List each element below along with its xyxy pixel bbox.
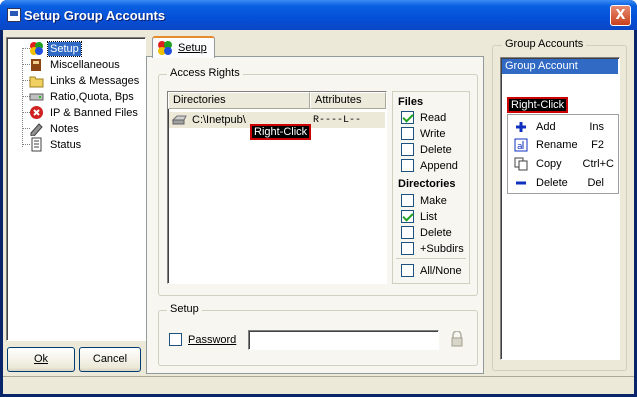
checkbox[interactable] — [401, 127, 414, 140]
checkbox[interactable] — [401, 159, 414, 172]
column-header-attributes[interactable]: Attributes — [310, 92, 386, 109]
drive-icon — [29, 89, 44, 104]
tree-item-setup[interactable]: Setup — [29, 40, 82, 57]
checkbox[interactable] — [401, 143, 414, 156]
tree-item-links-messages[interactable]: Links & Messages — [29, 73, 141, 88]
password-checkbox[interactable]: Password — [169, 333, 236, 346]
checkbox[interactable] — [401, 242, 414, 255]
checkbox[interactable] — [169, 333, 182, 346]
tree-item-status[interactable]: Status — [29, 137, 83, 152]
menu-item-rename[interactable]: a Rename F2 — [510, 136, 616, 154]
file-append-checkbox[interactable]: Append — [401, 159, 458, 172]
lock-icon[interactable] — [450, 330, 464, 347]
directories-heading: Directories — [398, 178, 456, 190]
tree-item-miscellaneous[interactable]: Miscellaneous — [29, 57, 122, 72]
files-heading: Files — [398, 96, 424, 108]
tree-item-ip-banned[interactable]: IP & Banned Files — [29, 105, 140, 120]
tree-item-label: Links & Messages — [50, 74, 140, 87]
menu-item-label: Copy — [536, 158, 562, 170]
menu-item-label: Rename — [536, 139, 578, 151]
checkbox[interactable] — [401, 210, 414, 223]
directories-list[interactable]: Directories Attributes C:\Inetpub\ R----… — [167, 91, 387, 284]
group-accounts-legend: Group Accounts — [502, 38, 587, 50]
book-icon — [29, 57, 44, 72]
dir-delete-checkbox[interactable]: Delete — [401, 226, 452, 239]
copy-icon — [514, 157, 528, 171]
checkbox[interactable] — [401, 264, 414, 277]
tree-item-label: IP & Banned Files — [50, 106, 138, 119]
password-label: Password — [188, 333, 237, 346]
file-delete-checkbox[interactable]: Delete — [401, 143, 452, 156]
checkbox-label: Make — [420, 194, 447, 207]
close-button[interactable]: X — [610, 5, 631, 26]
menu-item-delete[interactable]: Delete Del — [510, 174, 616, 192]
divider — [396, 258, 466, 259]
file-read-checkbox[interactable]: Read — [401, 111, 446, 124]
setup-icon — [157, 40, 173, 56]
access-rights-legend: Access Rights — [167, 67, 243, 79]
list-item[interactable]: Group Account — [502, 59, 618, 74]
checkbox[interactable] — [401, 111, 414, 124]
status-icon — [29, 137, 44, 152]
window-title: Setup Group Accounts — [24, 8, 166, 23]
tab-label: Setup — [178, 42, 207, 54]
setup-icon — [29, 41, 44, 56]
attributes-cell: R----L-- — [313, 114, 362, 126]
password-field[interactable] — [248, 330, 439, 350]
menu-item-shortcut: Ctrl+C — [582, 158, 614, 170]
tree-item-label: Setup — [47, 40, 82, 57]
checkbox-label: Read — [420, 111, 447, 124]
cancel-button[interactable]: Cancel — [79, 347, 141, 372]
checkbox[interactable] — [401, 194, 414, 207]
checkbox-label: List — [420, 210, 438, 223]
setup-legend: Setup — [167, 303, 202, 315]
checkbox[interactable] — [401, 226, 414, 239]
file-write-checkbox[interactable]: Write — [401, 127, 445, 140]
menu-item-shortcut: Del — [587, 177, 604, 189]
menu-item-copy[interactable]: Copy Ctrl+C — [510, 155, 616, 173]
checkbox-label: All/None — [420, 264, 462, 277]
dir-make-checkbox[interactable]: Make — [401, 194, 447, 207]
tree-item-label: Miscellaneous — [50, 58, 120, 71]
dir-list-checkbox[interactable]: List — [401, 210, 437, 223]
menu-item-shortcut: F2 — [591, 139, 604, 151]
cancel-button-label: Cancel — [92, 353, 128, 365]
dir-subdirs-checkbox[interactable]: +Subdirs — [401, 242, 464, 255]
checkbox-label: Delete — [420, 143, 452, 156]
tree-item-label: Ratio,Quota, Bps — [50, 90, 134, 103]
tab-setup[interactable]: Setup — [152, 36, 215, 58]
notes-icon — [29, 121, 44, 137]
drive-icon — [171, 114, 188, 126]
title-bar[interactable]: Setup Group Accounts X — [0, 0, 637, 30]
plus-icon — [514, 120, 528, 134]
folder-icon — [29, 73, 44, 88]
right-click-annotation: Right-Click — [250, 124, 312, 140]
checkbox-label: Write — [420, 127, 446, 140]
ok-button-label: Ok — [33, 353, 49, 365]
context-menu: Add Ins a Rename F2 Copy Ctrl+C Delete D… — [507, 114, 619, 194]
banned-icon — [29, 105, 44, 120]
checkbox-label: Delete — [420, 226, 452, 239]
rename-icon: a — [514, 138, 528, 152]
menu-item-add[interactable]: Add Ins — [510, 118, 616, 136]
app-icon — [7, 8, 21, 22]
minus-icon — [514, 176, 528, 190]
menu-item-label: Delete — [536, 177, 568, 189]
status-bar — [3, 376, 634, 394]
menu-item-label: Add — [536, 121, 556, 133]
right-click-annotation: Right-Click — [507, 97, 569, 113]
menu-item-shortcut: Ins — [589, 121, 604, 133]
checkbox-label: Append — [420, 159, 458, 172]
all-none-checkbox[interactable]: All/None — [401, 264, 462, 277]
tree-item-label: Status — [50, 138, 82, 151]
column-header-directories[interactable]: Directories — [168, 92, 310, 109]
tree-item-ratio-quota[interactable]: Ratio,Quota, Bps — [29, 89, 136, 104]
tree-item-label: Notes — [50, 122, 79, 135]
svg-text:a: a — [517, 142, 523, 152]
tree-item-notes[interactable]: Notes — [29, 121, 81, 137]
settings-tree[interactable]: Setup Miscellaneous Links & Messages Rat… — [6, 37, 146, 341]
checkbox-label: +Subdirs — [420, 242, 464, 255]
ok-button[interactable]: Ok — [7, 347, 75, 372]
window: Setup Group Accounts X Setup Miscellaneo… — [0, 0, 637, 397]
